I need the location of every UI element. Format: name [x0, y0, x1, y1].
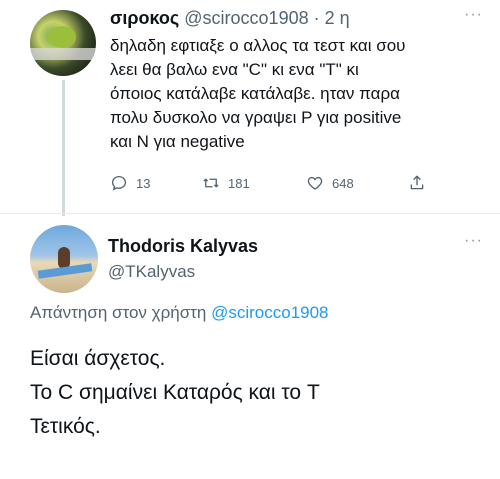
tweet-header: σιροκος @scirocco1908 · 2 η — [110, 8, 350, 29]
author-handle[interactable]: @scirocco1908 — [184, 8, 308, 28]
tweet-divider — [0, 213, 500, 214]
avatar[interactable] — [30, 225, 98, 293]
author-handle[interactable]: @TKalyvas — [108, 262, 195, 282]
reply-icon — [111, 175, 127, 191]
tweet-original: σιροκος @scirocco1908 · 2 η ··· δηλαδη ε… — [0, 0, 500, 216]
tweet-line: πολυ δυσκολο να γραψει P για positive — [110, 108, 402, 127]
tweet-actions: 13 181 648 — [110, 174, 430, 194]
author-name[interactable]: σιροκος — [110, 8, 179, 28]
like-count: 648 — [332, 175, 354, 191]
more-options-icon[interactable]: ··· — [464, 232, 483, 250]
more-options-icon[interactable]: ··· — [464, 6, 483, 24]
tweet-line: Το C σημαίνει Καταρός και το T — [30, 381, 320, 404]
reply-mention-link[interactable]: @scirocco1908 — [211, 303, 328, 322]
heart-icon — [307, 176, 323, 190]
share-button[interactable] — [408, 174, 426, 192]
avatar[interactable] — [30, 10, 96, 76]
retweet-button[interactable]: 181 — [202, 174, 250, 192]
avatar-figure — [48, 26, 76, 48]
share-icon — [410, 175, 424, 190]
retweet-count: 181 — [228, 175, 250, 191]
replying-to-label: Απάντηση στον χρήστη — [30, 303, 207, 322]
replying-to: Απάντηση στον χρήστη @scirocco1908 — [30, 303, 329, 323]
reply-button[interactable]: 13 — [110, 174, 150, 192]
tweet-line: Τετικός. — [30, 415, 101, 438]
like-button[interactable]: 648 — [306, 174, 354, 192]
tweet-line: Είσαι άσχετος. — [30, 347, 166, 370]
reply-count: 13 — [136, 175, 151, 191]
retweet-icon — [203, 178, 219, 188]
author-name[interactable]: Thodoris Kalyvas — [108, 236, 258, 257]
tweet-text: Είσαι άσχετος. Το C σημαίνει Καταρός και… — [30, 342, 490, 444]
avatar-stripe — [30, 48, 96, 60]
tweet-text: δηλαδη εφτιαξε ο αλλος τα τεστ και σου λ… — [110, 34, 495, 154]
tweet-line: δηλαδη εφτιαξε ο αλλος τα τεστ και σου — [110, 36, 406, 55]
tweet-line: και N για negative — [110, 132, 245, 151]
thread-line — [62, 80, 65, 216]
tweet-line: όποιος κατάλαβε κατάλαβε. ηταν παρα — [110, 84, 400, 103]
tweet-line: λεει θα βαλω ενα "C" κι ενα "T" κι — [110, 60, 359, 79]
tweet-time[interactable]: · 2 η — [314, 8, 350, 28]
